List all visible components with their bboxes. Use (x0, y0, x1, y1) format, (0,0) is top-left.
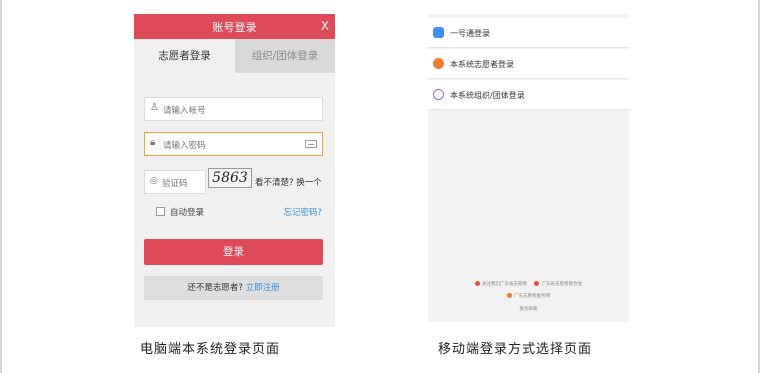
footer-site: 广东志愿者服务网 (428, 293, 629, 299)
logo-icon (507, 293, 512, 298)
mobile-login-select-panel: 一号通登录 本系统志愿者登录 本系统组织/团体登录 关注我们广东省志愿者 广东省… (428, 14, 629, 322)
option-label: 一号通登录 (450, 29, 490, 38)
caption-mobile: 移动端登录方式选择页面 (438, 342, 593, 357)
tab-volunteer-login[interactable]: 志愿者登录 (134, 39, 235, 73)
register-link[interactable]: 立即注册 (246, 283, 280, 293)
captcha-placeholder: 验证码 (162, 179, 188, 189)
footer-site-name: 广东志愿者服务网 (514, 294, 550, 299)
auto-login-label: 自动登录 (170, 208, 205, 218)
volunteer-icon (433, 58, 444, 69)
keyboard-icon[interactable] (305, 140, 317, 148)
password-placeholder: 请输入密码 (163, 141, 206, 151)
auto-login-checkbox[interactable] (156, 207, 165, 216)
footer-links: 关注我们广东省志愿者 广东省志愿者联合会 (428, 281, 629, 287)
footer-follow: 关注我们 (482, 282, 501, 287)
register-prompt: 还不是志愿者? (187, 283, 243, 293)
option-volunteer-login[interactable]: 本系统志愿者登录 (428, 49, 629, 79)
password-input[interactable]: 🔒︎ 请输入密码 (144, 132, 323, 156)
captcha-refresh-link[interactable]: 看不清楚? 换一个 (255, 176, 322, 188)
option-one-account-login[interactable]: 一号通登录 (428, 18, 629, 48)
tab-organization-login[interactable]: 组织/团体登录 (235, 39, 335, 73)
user-icon: ♙ (150, 102, 159, 113)
weibo-icon (475, 281, 481, 286)
caption-desktop: 电脑端本系统登录页面 (140, 342, 281, 357)
login-button[interactable]: 登录 (144, 239, 323, 265)
register-bar: 还不是志愿者? 立即注册 (144, 276, 323, 300)
option-label: 本系统组织/团体登录 (450, 91, 525, 100)
footer-federation: 广东省志愿者联合会 (541, 282, 582, 287)
option-organization-login[interactable]: 本系统组织/团体登录 (428, 80, 629, 110)
desktop-login-panel: 账号登录 X 志愿者登录 组织/团体登录 ♙ 请输入帐号 🔒︎ 请输入密码 ◎ … (134, 14, 335, 327)
close-icon[interactable]: X (321, 19, 329, 33)
captcha-input[interactable]: ◎ 验证码 (144, 170, 206, 194)
login-tabs: 志愿者登录 组织/团体登录 (134, 39, 335, 73)
captcha-image[interactable]: 5863 (208, 168, 252, 188)
left-border (0, 0, 2, 373)
account-input[interactable]: ♙ 请输入帐号 (144, 97, 323, 121)
login-header: 账号登录 X (134, 14, 335, 39)
option-label: 本系统志愿者登录 (450, 60, 514, 69)
lock-icon: 🔒︎ (150, 137, 156, 148)
forgot-password-link[interactable]: 忘记密码? (283, 206, 322, 218)
footer-volunteer: 广东省志愿者 (500, 282, 528, 287)
weibo-icon (534, 281, 540, 286)
phone-icon (433, 27, 444, 38)
account-placeholder: 请输入帐号 (163, 106, 206, 116)
shield-icon: ◎ (150, 176, 158, 186)
group-icon (433, 89, 444, 100)
footer-email: 服务邮箱 (519, 307, 538, 312)
login-title: 账号登录 (212, 21, 257, 34)
